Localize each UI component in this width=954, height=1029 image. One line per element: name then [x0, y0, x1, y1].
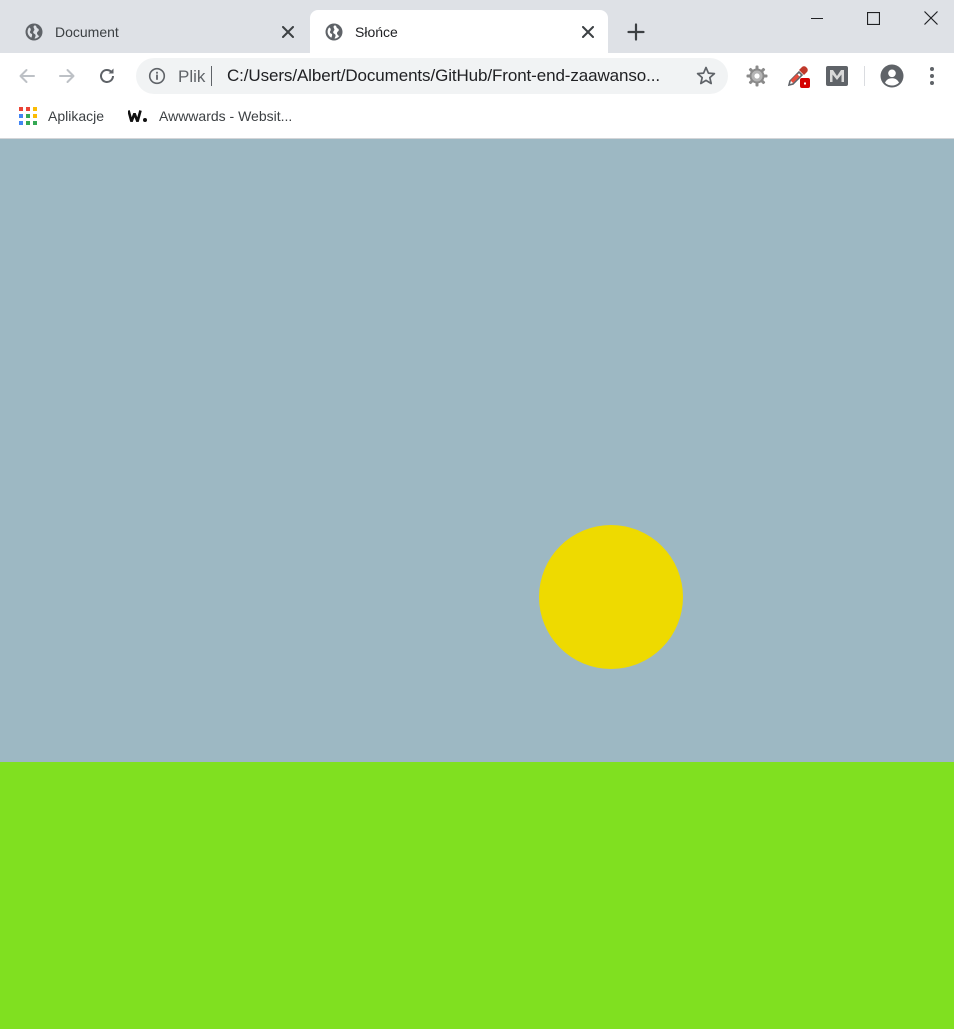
tab-title: Document — [55, 23, 119, 40]
bookmark-label: Aplikacje — [48, 107, 105, 124]
m-extension-icon[interactable] — [825, 64, 849, 88]
address-bar[interactable]: Plik C:/Users/Albert/Documents/GitHub/Fr… — [136, 58, 728, 94]
tab-title: Słońce — [355, 23, 398, 40]
sun — [539, 525, 683, 669]
forward-button[interactable] — [52, 61, 82, 91]
browser-toolbar: Plik C:/Users/Albert/Documents/GitHub/Fr… — [0, 53, 954, 99]
maximize-icon — [866, 11, 880, 25]
globe-icon — [325, 23, 343, 40]
kebab-menu-icon[interactable] — [920, 64, 944, 88]
close-tab-icon[interactable] — [278, 22, 298, 42]
awwwards-logo-icon — [128, 109, 147, 122]
page-viewport — [0, 139, 954, 1029]
bookmarks-bar: Aplikacje Awwwards - Websit... — [0, 99, 954, 139]
new-tab-button[interactable] — [622, 18, 650, 46]
tab-strip: Document Słońce — [0, 0, 954, 53]
bookmark-awwwards[interactable]: Awwwards - Websit... — [128, 99, 292, 132]
settings-gear-extension-icon[interactable] — [745, 64, 769, 88]
globe-icon — [25, 23, 43, 40]
toolbar-divider — [864, 66, 865, 86]
apps-grid-icon — [19, 106, 37, 125]
reload-button[interactable] — [92, 61, 122, 91]
close-icon — [924, 11, 938, 25]
bookmark-aplikacje[interactable]: Aplikacje — [19, 99, 104, 132]
bookmark-label: Awwwards - Websit... — [159, 107, 293, 124]
window-close-button[interactable] — [908, 0, 954, 36]
tab-slonce[interactable]: Słońce — [310, 10, 608, 53]
arrow-right-icon — [59, 69, 75, 83]
minimize-icon — [811, 18, 823, 19]
star-icon[interactable] — [695, 65, 717, 87]
ground — [0, 762, 954, 1029]
maximize-button[interactable] — [850, 0, 896, 36]
close-tab-icon[interactable] — [578, 22, 598, 42]
info-icon[interactable] — [148, 67, 166, 85]
omnibox-separator — [211, 66, 212, 86]
url-text[interactable]: C:/Users/Albert/Documents/GitHub/Front-e… — [227, 66, 682, 86]
tab-document[interactable]: Document — [10, 10, 308, 53]
plus-icon — [627, 23, 645, 41]
eyedropper-extension-icon[interactable] — [786, 64, 810, 88]
minimize-button[interactable] — [794, 0, 840, 36]
profile-avatar-icon[interactable] — [880, 64, 904, 88]
arrow-left-icon — [19, 69, 35, 83]
sky — [0, 139, 954, 762]
reload-icon — [100, 68, 114, 83]
back-button[interactable] — [12, 61, 42, 91]
scheme-label: Plik — [178, 67, 206, 86]
